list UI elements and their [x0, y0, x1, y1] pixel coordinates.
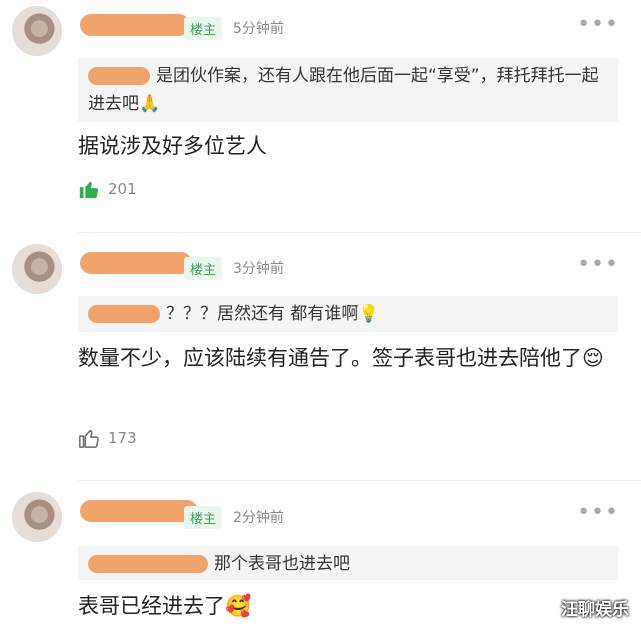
quoted-reply[interactable]: 那个表哥也进去吧: [78, 546, 618, 580]
comment-text: 数量不少，应该陆续有通告了。签子表哥也进去陪他了😌: [78, 346, 604, 370]
timestamp: 3分钟前: [233, 261, 284, 277]
username-redacted[interactable]: [80, 14, 190, 36]
more-options-icon[interactable]: •••: [577, 12, 619, 37]
owner-badge: 楼主: [184, 17, 223, 40]
like-count: 201: [108, 180, 137, 198]
quoted-text: ？？？居然还有 都有谁啊💡: [166, 304, 380, 324]
quoted-username-redacted: [88, 305, 160, 323]
username-redacted[interactable]: [80, 500, 198, 522]
timestamp: 2分钟前: [233, 510, 284, 526]
owner-badge: 楼主: [184, 506, 223, 529]
avatar[interactable]: [12, 244, 62, 294]
quoted-text: 是团伙作案，还有人跟在他后面一起“享受”，拜托拜托一起进去吧🙏: [88, 66, 599, 114]
quoted-username-redacted: [88, 555, 208, 573]
divider: [78, 232, 641, 233]
quoted-reply[interactable]: ？？？居然还有 都有谁啊💡: [78, 296, 618, 332]
avatar[interactable]: [12, 6, 62, 56]
like-button[interactable]: 173: [78, 427, 137, 449]
quoted-text: 那个表哥也进去吧: [214, 554, 350, 574]
more-options-icon[interactable]: •••: [577, 252, 619, 277]
username-redacted[interactable]: [80, 252, 192, 274]
thumbs-up-icon: [79, 429, 99, 448]
owner-badge: 楼主: [184, 257, 223, 280]
like-button[interactable]: 201: [78, 178, 137, 200]
watermark: 汪聊娱乐: [561, 600, 629, 620]
comment-text: 据说涉及好多位艺人: [78, 134, 267, 158]
quoted-username-redacted: [88, 67, 150, 85]
comment-text: 表哥已经进去了🥰: [78, 594, 252, 618]
thumbs-up-icon: [79, 181, 99, 199]
avatar[interactable]: [12, 492, 62, 542]
more-options-icon[interactable]: •••: [577, 500, 619, 525]
divider: [78, 480, 641, 481]
like-count: 173: [108, 429, 137, 447]
timestamp: 5分钟前: [233, 21, 284, 37]
quoted-reply[interactable]: 是团伙作案，还有人跟在他后面一起“享受”，拜托拜托一起进去吧🙏: [78, 58, 618, 122]
